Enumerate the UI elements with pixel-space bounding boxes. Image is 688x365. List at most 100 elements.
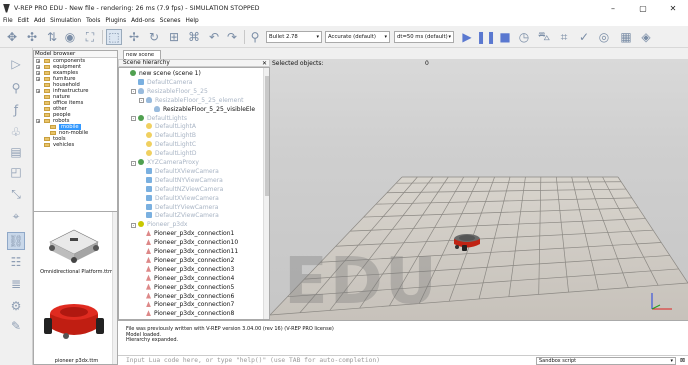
undo-icon[interactable]: ↶ [206, 29, 222, 45]
thumbnail-scrollbar[interactable] [112, 212, 117, 364]
hierarchy-item[interactable]: Pioneer_p3dx_connection11 [146, 248, 238, 256]
hierarchy-item[interactable]: XYZCameraProxy [138, 159, 199, 167]
hierarchy-item[interactable]: Pioneer_p3dx_connection1 [146, 230, 234, 238]
hierarchy-item[interactable]: ResizableFloor_5_25 [138, 87, 208, 96]
timestep-select[interactable]: dt=50 ms (default) ▾ [394, 31, 454, 43]
hierarchy-item[interactable]: ResizableFloor_5_25_visibleEle [154, 105, 255, 114]
transfer-dna-icon[interactable]: ⌘ [186, 29, 202, 45]
calculation-modules-icon[interactable]: ƒ [8, 102, 24, 118]
shift-icon[interactable]: ⇅ [44, 29, 60, 45]
fit-view-icon[interactable]: ⛶ [82, 29, 98, 45]
scene-viewport[interactable]: Selected objects: 0 EDU [270, 59, 688, 320]
scripts-icon[interactable]: ▤ [8, 144, 24, 160]
hierarchy-item[interactable]: Pioneer_p3dx_connection5 [146, 283, 234, 292]
layers-icon[interactable]: ≣ [8, 276, 24, 292]
pan-icon[interactable]: ✥ [4, 29, 20, 45]
menu-scenes[interactable]: Scenes [160, 18, 181, 24]
assemble-icon[interactable]: ⊞ [166, 29, 182, 45]
expand-icon[interactable]: + [36, 89, 40, 94]
hierarchy-item[interactable]: DefaultLightD [146, 150, 197, 158]
hierarchy-item[interactable]: Pioneer_p3dx_connection4 [146, 274, 234, 283]
model-folder-vehicles[interactable]: vehicles [34, 142, 117, 148]
hierarchy-item[interactable]: DefaultLightC [146, 141, 196, 149]
script-select[interactable]: Sandbox script ▾ [536, 357, 676, 365]
object-shift-icon[interactable]: ✢ [126, 29, 142, 45]
redo-icon[interactable]: ↷ [224, 29, 240, 45]
hierarchy-item[interactable]: DefaultYViewCamera [146, 203, 218, 212]
page-icon[interactable]: ▦ [618, 29, 634, 45]
collapse-icon[interactable]: - [139, 98, 144, 104]
stop-icon[interactable]: ■ [497, 29, 513, 45]
menu-add[interactable]: Add [34, 18, 45, 24]
selection-icon[interactable]: ⌖ [8, 208, 24, 224]
expand-icon[interactable]: + [36, 59, 40, 64]
collapse-icon[interactable]: - [131, 222, 136, 228]
menu-addons[interactable]: Add-ons [131, 18, 155, 24]
hierarchy-item[interactable]: Pioneer_p3dx_connection10 [146, 239, 238, 247]
hierarchy-item[interactable]: Pioneer_p3dx_connection6 [146, 292, 234, 301]
hierarchy-item[interactable]: Pioneer_p3dx_connection8 [146, 310, 234, 318]
collections-icon[interactable]: ♧ [8, 124, 24, 140]
check-icon[interactable]: ✓ [576, 29, 592, 45]
scene-selector-icon[interactable]: ◈ [638, 29, 654, 45]
expand-icon[interactable]: + [36, 77, 40, 82]
model-browser-icon[interactable]: ⛓ [7, 232, 25, 250]
hierarchy-item[interactable]: Pioneer_p3dx_connection2 [146, 256, 234, 265]
collapse-icon[interactable]: - [131, 89, 136, 95]
close-icon[interactable]: ⊠ [680, 357, 685, 364]
collapse-icon[interactable]: - [131, 116, 136, 121]
hierarchy-scrollbar[interactable] [263, 68, 269, 319]
shapes-edit-icon[interactable]: ◰ [8, 164, 24, 180]
expand-icon[interactable]: + [36, 119, 40, 124]
close-button[interactable]: ✕ [658, 0, 688, 16]
omnidirectional-platform-thumbnail[interactable] [44, 224, 104, 266]
video-recorder-icon[interactable]: ⚙ [8, 298, 24, 314]
expand-icon[interactable]: + [36, 71, 40, 76]
eye-icon[interactable]: ◎ [596, 29, 612, 45]
hierarchy-item[interactable]: DefaultLightA [146, 123, 196, 131]
menu-file[interactable]: File [3, 18, 13, 24]
expand-icon[interactable]: + [36, 65, 40, 70]
lua-input[interactable]: Input Lua code here, or type "help()" (u… [126, 357, 380, 364]
hierarchy-item[interactable]: DefaultLights [138, 114, 187, 123]
hierarchy-item[interactable]: DefaultXViewCamera [146, 194, 219, 203]
path-edit-icon[interactable]: ⤡ [8, 186, 24, 202]
zoom-icon[interactable]: ◉ [62, 29, 78, 45]
search-icon[interactable]: ⚲ [8, 80, 24, 96]
hierarchy-item[interactable]: Pioneer_p3dx_connection3 [146, 265, 234, 274]
menu-plugins[interactable]: Plugins [105, 18, 126, 24]
object-rotate-icon[interactable]: ↻ [146, 29, 162, 45]
hierarchy-item[interactable]: ResizableFloor_5_25_element [146, 96, 244, 105]
menu-help[interactable]: Help [185, 18, 198, 24]
physics-engine-select[interactable]: Bullet 2.78 ▾ [266, 31, 322, 43]
collapse-icon[interactable]: - [131, 160, 136, 166]
hierarchy-item[interactable]: Pioneer_p3dx [138, 221, 187, 229]
pioneer-p3dx-thumbnail[interactable] [44, 290, 106, 350]
hierarchy-item[interactable]: Pioneer_p3dx_connection7 [146, 301, 234, 309]
click-select-icon[interactable]: ⬚ [106, 29, 122, 45]
vehicle-icon[interactable]: ⛍ [536, 29, 552, 45]
simulation-settings-icon[interactable]: ▷ [8, 56, 24, 72]
menu-edit[interactable]: Edit [18, 18, 29, 24]
close-icon[interactable]: ✕ [262, 60, 267, 67]
hierarchy-item[interactable]: new scene (scene 1) [130, 70, 201, 78]
hierarchy-item[interactable]: DefaultXViewCamera [146, 167, 219, 176]
minimize-button[interactable]: – [598, 0, 628, 16]
realtime-icon[interactable]: ◷ [516, 29, 532, 45]
menu-simulation[interactable]: Simulation [50, 18, 81, 24]
pause-icon[interactable]: ❚❚ [476, 29, 496, 45]
pioneer-robot-model[interactable] [451, 229, 483, 255]
user-settings-icon[interactable]: ✎ [8, 318, 24, 334]
hierarchy-item[interactable]: DefaultZViewCamera [146, 212, 219, 220]
hierarchy-item[interactable]: DefaultNYViewCamera [146, 176, 223, 185]
rotate-icon[interactable]: ✣ [24, 29, 40, 45]
hierarchy-item[interactable]: DefaultNZViewCamera [146, 185, 223, 194]
play-icon[interactable]: ▶ [459, 29, 475, 45]
wireframe-icon[interactable]: ⌗ [556, 29, 572, 45]
maximize-button[interactable]: ▢ [628, 0, 658, 16]
accuracy-select[interactable]: Accurate (default) ▾ [325, 31, 390, 43]
scene-hierarchy-icon[interactable]: ☷ [8, 254, 24, 270]
menu-tools[interactable]: Tools [86, 18, 100, 24]
hierarchy-item[interactable]: DefaultLightB [146, 132, 196, 140]
dynamics-icon[interactable]: ⚲ [247, 29, 263, 45]
